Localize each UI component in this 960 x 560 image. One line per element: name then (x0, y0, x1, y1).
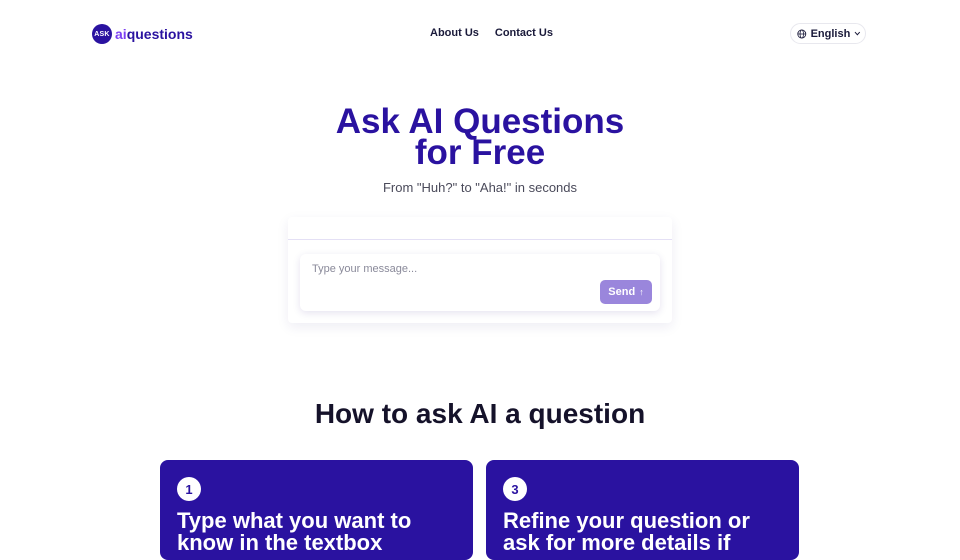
howto-title: How to ask AI a question (314, 398, 646, 429)
logo-wordmark: aiquestions (115, 26, 193, 42)
hero-subtitle: From "Huh?" to "Aha!" in seconds (382, 180, 578, 195)
logo-wordmark-rest: questions (126, 26, 193, 42)
chat-divider (288, 239, 672, 240)
logo-wordmark-ai: ai (115, 26, 127, 42)
chat-panel: Send ↑ (288, 217, 672, 323)
step-card-3: 3 Refine your question or ask for more d… (486, 460, 799, 560)
step-card-1: 1 Type what you want to know in the text… (160, 460, 473, 560)
send-button[interactable]: Send ↑ (600, 280, 652, 304)
chevron-down-icon (854, 31, 861, 36)
logo-badge: ASK (92, 24, 112, 44)
arrow-up-icon: ↑ (639, 287, 644, 297)
message-input[interactable] (310, 262, 594, 276)
language-label: English (810, 27, 851, 40)
hero-title: Ask AI Questions for Free (0, 104, 960, 170)
main-nav: About Us Contact Us (430, 27, 553, 39)
step-number-badge: 1 (177, 477, 201, 501)
nav-about-us[interactable]: About Us (430, 27, 479, 39)
site-header: ASK aiquestions About Us Contact Us Engl… (0, 0, 960, 68)
hero-title-line2: for Free (414, 133, 546, 172)
step-text: Refine your question or ask for more det… (503, 508, 750, 555)
nav-contact-us[interactable]: Contact Us (495, 27, 553, 39)
send-button-label: Send (608, 286, 636, 298)
message-composer: Send ↑ (300, 254, 660, 311)
site-logo[interactable]: ASK aiquestions (92, 24, 193, 44)
step-text: Type what you want to know in the textbo… (177, 508, 412, 555)
language-selector[interactable]: English (790, 23, 866, 44)
globe-icon (797, 29, 807, 38)
step-number-badge: 3 (503, 477, 527, 501)
